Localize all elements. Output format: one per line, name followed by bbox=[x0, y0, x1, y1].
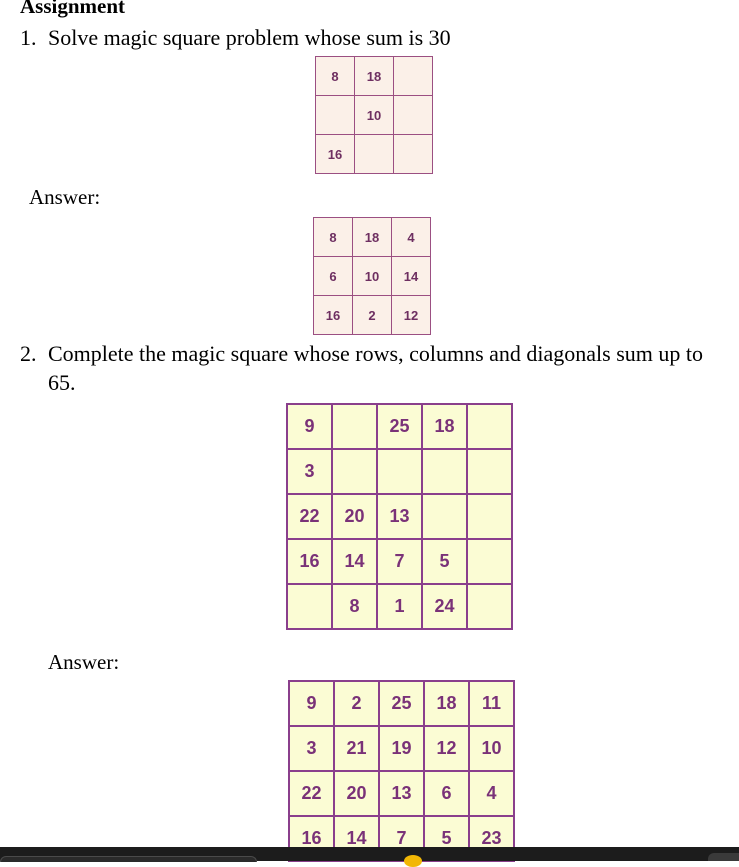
grid-row: 8 1 24 bbox=[286, 583, 513, 630]
question-1-number: 1. bbox=[20, 25, 37, 50]
taskbar-app-icon[interactable] bbox=[404, 855, 422, 867]
q2-answer-cell: 11 bbox=[468, 680, 515, 727]
taskbar-tray-button[interactable] bbox=[708, 853, 739, 861]
q1-puzzle-cell: 10 bbox=[354, 95, 394, 135]
grid-row: 8 18 4 bbox=[313, 217, 431, 257]
q1-answer-cell: 10 bbox=[352, 256, 392, 296]
q2-answer-cell: 4 bbox=[468, 770, 515, 817]
q2-puzzle-cell bbox=[331, 448, 378, 495]
grid-row: 16 bbox=[315, 134, 433, 174]
q2-answer-cell: 3 bbox=[288, 725, 335, 772]
q1-puzzle-cell: 16 bbox=[315, 134, 355, 174]
q1-answer-cell: 12 bbox=[391, 295, 431, 335]
q2-puzzle-cell: 8 bbox=[331, 583, 378, 630]
q2-puzzle-cell bbox=[466, 403, 513, 450]
q2-puzzle-grid: 9 25 18 3 22 20 13 16 14 7 5 8 1 24 bbox=[286, 403, 513, 630]
q2-puzzle-cell: 3 bbox=[286, 448, 333, 495]
grid-row: 22 20 13 6 4 bbox=[288, 770, 515, 817]
q2-answer-cell: 21 bbox=[333, 725, 380, 772]
grid-row: 16 14 7 5 bbox=[286, 538, 513, 585]
q2-answer-cell: 2 bbox=[333, 680, 380, 727]
grid-row: 10 bbox=[315, 95, 433, 135]
q2-puzzle-cell bbox=[286, 583, 333, 630]
q2-puzzle-cell: 24 bbox=[421, 583, 468, 630]
q1-answer-cell: 2 bbox=[352, 295, 392, 335]
q2-puzzle-cell: 7 bbox=[376, 538, 423, 585]
taskbar-search-box[interactable] bbox=[0, 856, 257, 862]
q1-answer-cell: 18 bbox=[352, 217, 392, 257]
q2-answer-label: Answer: bbox=[48, 650, 120, 674]
q1-puzzle-cell: 8 bbox=[315, 56, 355, 96]
q2-answer-cell: 22 bbox=[288, 770, 335, 817]
q2-answer-cell: 9 bbox=[288, 680, 335, 727]
grid-row: 9 2 25 18 11 bbox=[288, 680, 515, 727]
grid-row: 3 bbox=[286, 448, 513, 495]
q1-puzzle-cell bbox=[393, 56, 433, 96]
q1-answer-cell: 8 bbox=[313, 217, 353, 257]
q2-puzzle-cell bbox=[466, 448, 513, 495]
q1-puzzle-cell bbox=[354, 134, 394, 174]
grid-row: 3 21 19 12 10 bbox=[288, 725, 515, 772]
q2-answer-cell: 13 bbox=[378, 770, 425, 817]
q2-puzzle-cell: 9 bbox=[286, 403, 333, 450]
q2-puzzle-cell: 5 bbox=[421, 538, 468, 585]
q2-puzzle-cell: 14 bbox=[331, 538, 378, 585]
question-2-number: 2. bbox=[20, 341, 37, 366]
q1-puzzle-cell bbox=[315, 95, 355, 135]
question-2: 2. Complete the magic square whose rows, … bbox=[20, 339, 703, 368]
assignment-heading: Assignment bbox=[20, 0, 126, 18]
q2-answer-cell: 10 bbox=[468, 725, 515, 772]
q1-answer-grid: 8 18 4 6 10 14 16 2 12 bbox=[313, 217, 431, 335]
q2-answer-cell: 6 bbox=[423, 770, 470, 817]
q1-answer-cell: 6 bbox=[313, 256, 353, 296]
q2-puzzle-cell bbox=[421, 448, 468, 495]
q1-puzzle-grid: 8 18 10 16 bbox=[315, 56, 433, 174]
q2-puzzle-cell bbox=[466, 583, 513, 630]
q2-puzzle-cell: 22 bbox=[286, 493, 333, 540]
q2-puzzle-cell bbox=[331, 403, 378, 450]
grid-row: 16 2 12 bbox=[313, 295, 431, 335]
grid-row: 8 18 bbox=[315, 56, 433, 96]
grid-row: 22 20 13 bbox=[286, 493, 513, 540]
q1-puzzle-cell bbox=[393, 134, 433, 174]
q2-puzzle-cell bbox=[421, 493, 468, 540]
q2-puzzle-cell bbox=[466, 493, 513, 540]
q1-answer-cell: 4 bbox=[391, 217, 431, 257]
q1-puzzle-cell: 18 bbox=[354, 56, 394, 96]
q2-puzzle-cell: 13 bbox=[376, 493, 423, 540]
q2-puzzle-cell: 1 bbox=[376, 583, 423, 630]
question-2-text-line1: Complete the magic square whose rows, co… bbox=[48, 341, 703, 366]
q2-answer-cell: 19 bbox=[378, 725, 425, 772]
q2-puzzle-cell bbox=[466, 538, 513, 585]
q2-puzzle-cell bbox=[376, 448, 423, 495]
q2-puzzle-cell: 20 bbox=[331, 493, 378, 540]
q1-answer-cell: 16 bbox=[313, 295, 353, 335]
q2-answer-cell: 20 bbox=[333, 770, 380, 817]
q2-answer-cell: 18 bbox=[423, 680, 470, 727]
q1-puzzle-cell bbox=[393, 95, 433, 135]
q2-puzzle-cell: 16 bbox=[286, 538, 333, 585]
question-2-text-line2: 65. bbox=[48, 370, 76, 395]
question-1-text: Solve magic square problem whose sum is … bbox=[48, 25, 451, 50]
grid-row: 9 25 18 bbox=[286, 403, 513, 450]
q2-puzzle-cell: 25 bbox=[376, 403, 423, 450]
q1-answer-cell: 14 bbox=[391, 256, 431, 296]
q2-answer-cell: 25 bbox=[378, 680, 425, 727]
q1-answer-label: Answer: bbox=[29, 185, 101, 209]
q2-answer-cell: 12 bbox=[423, 725, 470, 772]
q2-answer-grid: 9 2 25 18 11 3 21 19 12 10 22 20 13 6 4 16 14 7 5 23 bbox=[288, 680, 515, 862]
grid-row: 6 10 14 bbox=[313, 256, 431, 296]
question-1: 1. Solve magic square problem whose sum i… bbox=[20, 23, 451, 52]
q2-puzzle-cell: 18 bbox=[421, 403, 468, 450]
